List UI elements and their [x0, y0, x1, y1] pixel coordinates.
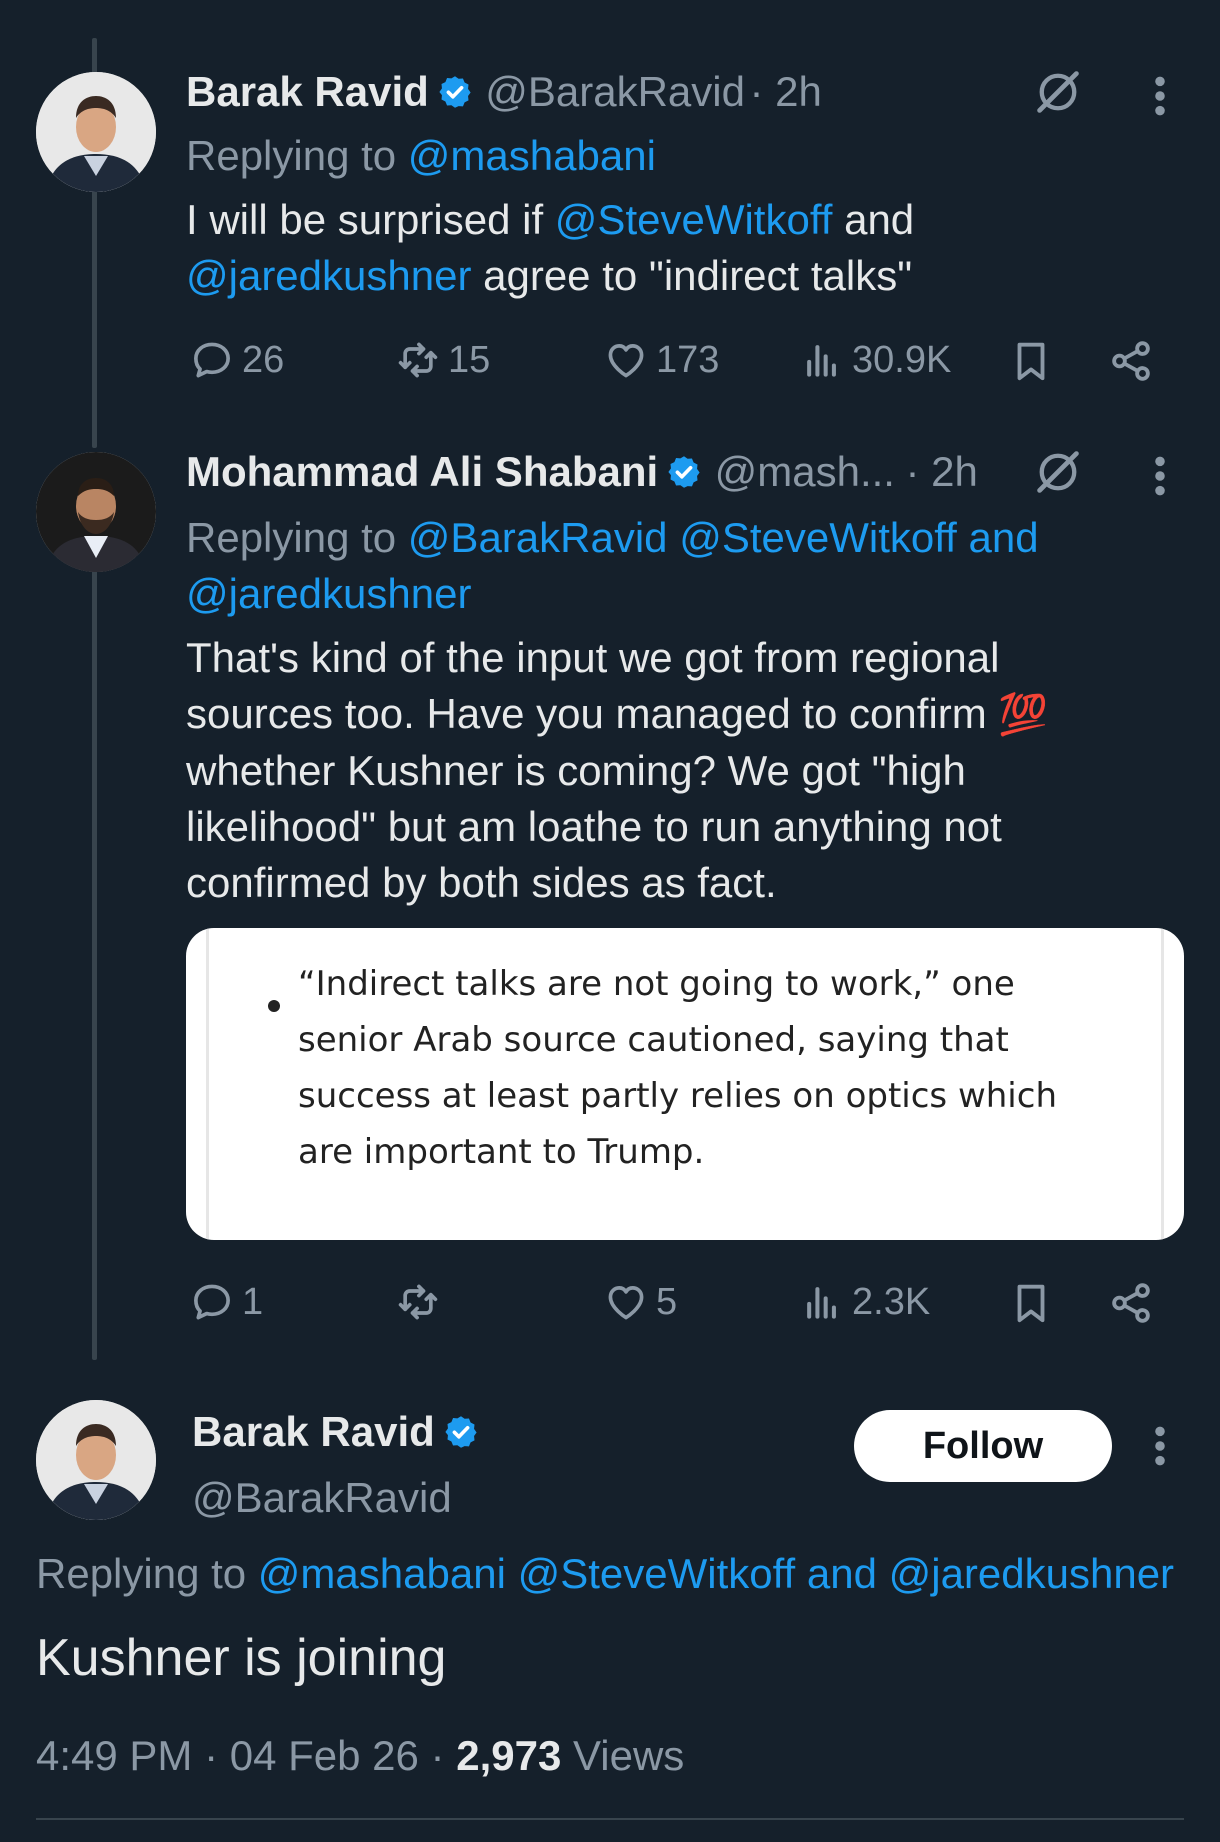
repost-icon: [396, 338, 440, 382]
bookmark-icon[interactable]: [1008, 338, 1054, 384]
views-button[interactable]: 2.3K: [800, 1280, 930, 1324]
replying-to: Replying to @BarakRavid @SteveWitkoff an…: [186, 510, 1039, 622]
verified-badge-icon: [666, 454, 702, 490]
views-count: 2,973: [456, 1732, 562, 1779]
grok-icon[interactable]: [1032, 66, 1084, 118]
divider: [36, 1818, 1184, 1820]
hundred-points-emoji-icon: 💯: [998, 693, 1049, 737]
more-icon[interactable]: [1152, 74, 1168, 118]
like-count: 173: [656, 338, 720, 381]
like-button[interactable]: 173: [604, 338, 719, 382]
avatar[interactable]: [36, 452, 156, 572]
image-edge: [206, 928, 209, 1240]
attached-image[interactable]: “Indirect talks are not going to work,” …: [186, 928, 1184, 1240]
user-handle[interactable]: @BarakRavid: [485, 68, 745, 115]
share-icon[interactable]: [1108, 1280, 1154, 1326]
grok-icon[interactable]: [1032, 446, 1084, 498]
user-handle[interactable]: @BarakRavid: [192, 1474, 452, 1521]
reply-icon: [190, 1280, 234, 1324]
replying-to: Replying to @mashabani: [186, 130, 656, 182]
avatar[interactable]: [36, 1400, 156, 1520]
verified-badge-icon: [443, 1414, 479, 1450]
views-label: Views: [573, 1732, 685, 1779]
text-line: confirmed by both sides as fact.: [186, 859, 777, 906]
tweet-text: That's kind of the input we got from reg…: [186, 630, 1186, 911]
timestamp[interactable]: 4:49 PM · 04 Feb 26 ·: [36, 1732, 445, 1779]
repost-button[interactable]: [396, 1280, 448, 1324]
text-line: sources too. Have you managed to confirm: [186, 690, 987, 737]
text-segment: agree to "indirect talks": [483, 252, 913, 299]
repost-count: 15: [448, 338, 491, 381]
avatar[interactable]: [36, 72, 156, 192]
share-icon[interactable]: [1108, 338, 1154, 384]
tweet-text: I will be surprised if @SteveWitkoff and…: [186, 192, 1146, 304]
tweet-text: Kushner is joining: [36, 1629, 447, 1687]
image-text: “Indirect talks are not going to work,” …: [298, 956, 1128, 1180]
bookmark-icon[interactable]: [1008, 1280, 1054, 1326]
tweet-time[interactable]: · 2h: [905, 448, 977, 495]
reply-icon: [190, 338, 234, 382]
like-button[interactable]: 5: [604, 1280, 677, 1324]
text-line: whether Kushner is coming? We got "high: [186, 747, 966, 794]
reply-count: 26: [242, 338, 285, 381]
image-edge: [1161, 928, 1164, 1240]
tweet-header: Barak Ravid @BarakRavid · 2h: [186, 66, 822, 128]
like-icon: [604, 1280, 648, 1324]
replying-to-label: Replying to: [36, 1550, 247, 1597]
mention-link[interactable]: @jaredkushner: [186, 252, 471, 299]
mention-link[interactable]: @mashabani: [408, 132, 656, 179]
more-icon[interactable]: [1152, 1424, 1168, 1468]
text-line: That's kind of the input we got from reg…: [186, 634, 1000, 681]
views-count: 30.9K: [852, 338, 952, 381]
replying-to-label: Replying to: [186, 514, 397, 561]
author-block: Barak Ravid @BarakRavid: [192, 1404, 479, 1536]
reply-count: 1: [242, 1280, 264, 1323]
display-name[interactable]: Mohammad Ali Shabani: [186, 448, 658, 495]
verified-badge-icon: [437, 74, 473, 110]
mention-link[interactable]: @BarakRavid @SteveWitkoff and: [408, 514, 1039, 561]
follow-button[interactable]: Follow: [854, 1410, 1112, 1482]
views-icon: [800, 338, 844, 382]
image-text-line: senior Arab source cautioned, saying tha…: [298, 1020, 1009, 1060]
views-count: 2.3K: [852, 1280, 931, 1323]
display-name[interactable]: Barak Ravid: [192, 1408, 435, 1455]
more-icon[interactable]: [1152, 454, 1168, 498]
text-segment: I will be surprised if: [186, 196, 544, 243]
views-button[interactable]: 30.9K: [800, 338, 951, 382]
tweet-time[interactable]: · 2h: [749, 68, 821, 115]
repost-button[interactable]: 15: [396, 338, 490, 382]
bullet-point: [268, 1000, 280, 1012]
tweet-header: Mohammad Ali Shabani @mash... · 2h: [186, 446, 978, 508]
text-segment: and: [844, 196, 915, 243]
image-text-line: success at least partly relies on optics…: [298, 1076, 1057, 1116]
image-text-line: “Indirect talks are not going to work,” …: [298, 964, 1015, 1004]
mention-link[interactable]: @SteveWitkoff: [555, 196, 833, 243]
reply-button[interactable]: 26: [190, 338, 284, 382]
thread-line: [92, 570, 97, 1360]
repost-icon: [396, 1280, 440, 1324]
user-handle[interactable]: @mash...: [715, 448, 895, 495]
like-count: 5: [656, 1280, 678, 1323]
replying-to: Replying to @mashabani @SteveWitkoff and…: [36, 1548, 1174, 1600]
replying-to-label: Replying to: [186, 132, 397, 179]
like-icon: [604, 338, 648, 382]
image-text-line: are important to Trump.: [298, 1132, 705, 1172]
mention-link[interactable]: @jaredkushner: [186, 570, 471, 617]
views-icon: [800, 1280, 844, 1324]
reply-button[interactable]: 1: [190, 1280, 263, 1324]
text-line: likelihood" but am loathe to run anythin…: [186, 803, 1002, 850]
tweet-meta: 4:49 PM · 04 Feb 26 · 2,973 Views: [36, 1728, 684, 1784]
display-name[interactable]: Barak Ravid: [186, 68, 429, 115]
mention-link[interactable]: @mashabani @SteveWitkoff and @jaredkushn…: [258, 1550, 1174, 1597]
